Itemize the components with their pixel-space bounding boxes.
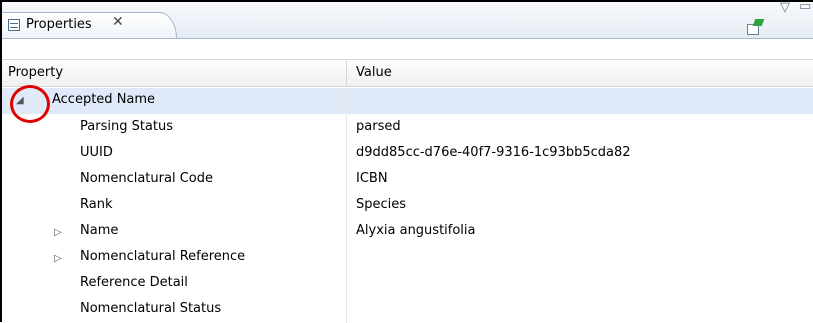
annotation-circle — [10, 85, 50, 123]
property-name: Accepted Name — [52, 92, 156, 107]
view-menu-icon[interactable]: ▽ — [780, 0, 790, 15]
property-name: Rank — [80, 197, 113, 212]
property-name: UUID — [80, 145, 113, 160]
table-row[interactable]: Nomenclatural Status — [2, 297, 813, 323]
property-value: parsed — [356, 119, 401, 134]
table-row[interactable]: Nomenclatural Code ICBN — [2, 167, 813, 193]
properties-tab[interactable]: Properties ✕ — [2, 12, 177, 38]
table-row[interactable]: UUID d9dd85cc-d76e-40f7-9316-1c93bb5cda8… — [2, 141, 813, 167]
view-tab-strip: Properties ✕ ▽ ▭ — [2, 0, 813, 39]
collapsed-triangle-icon[interactable]: ▷ — [54, 253, 62, 264]
property-name: Reference Detail — [80, 275, 188, 290]
collapsed-triangle-icon[interactable]: ▷ — [54, 227, 62, 238]
table-row[interactable]: Rank Species — [2, 193, 813, 219]
close-icon[interactable]: ✕ — [112, 14, 124, 30]
column-header-property[interactable]: Property — [8, 65, 63, 80]
property-name: Name — [80, 223, 119, 238]
property-value: Alyxia angustifolia — [356, 223, 476, 238]
property-value: ICBN — [356, 171, 388, 186]
table-row[interactable]: Reference Detail — [2, 271, 813, 297]
minimize-icon[interactable]: ▭ — [799, 0, 811, 14]
property-value: d9dd85cc-d76e-40f7-9316-1c93bb5cda82 — [356, 145, 631, 160]
property-name: Nomenclatural Reference — [80, 249, 246, 264]
property-value: Species — [356, 197, 407, 212]
pin-editor-icon[interactable] — [747, 19, 765, 35]
property-name: Nomenclatural Code — [80, 171, 213, 186]
property-name: Nomenclatural Status — [80, 301, 222, 316]
table-header: Property Value — [2, 59, 813, 87]
tab-label: Properties — [26, 17, 92, 32]
column-header-value[interactable]: Value — [356, 65, 392, 80]
table-row[interactable]: ▷ Nomenclatural Reference — [2, 245, 813, 271]
table-row[interactable]: Parsing Status parsed — [2, 115, 813, 141]
table-row[interactable]: ▷ Name Alyxia angustifolia — [2, 219, 813, 245]
property-name: Parsing Status — [80, 119, 173, 134]
table-row[interactable]: ◢ Accepted Name — [2, 88, 813, 114]
properties-icon — [8, 19, 20, 31]
